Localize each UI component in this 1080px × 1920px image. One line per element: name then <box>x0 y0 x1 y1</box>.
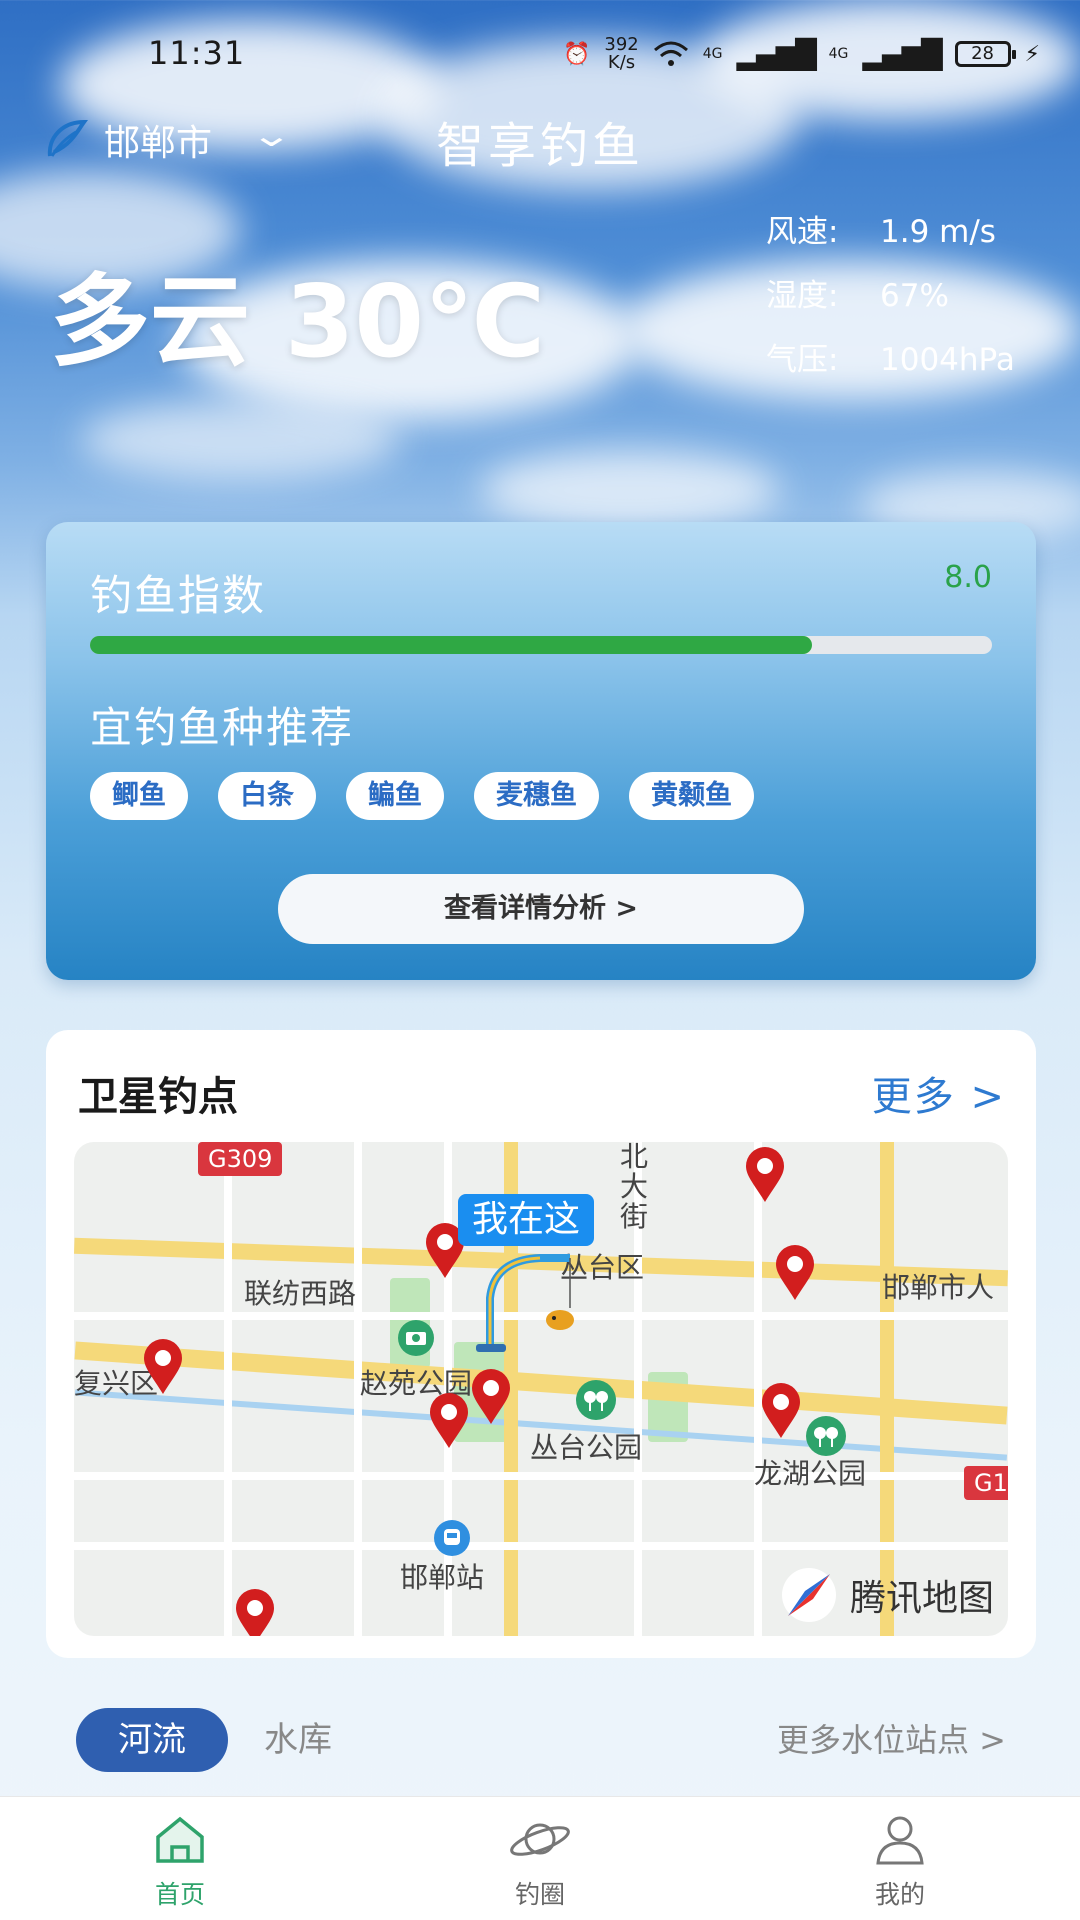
signal-bars-icon-2: ▂▄▆█ <box>862 37 942 71</box>
park-poi-icon <box>806 1416 846 1456</box>
train-station-poi-icon <box>434 1520 470 1556</box>
fish-tag[interactable]: 白条 <box>218 772 316 820</box>
stat-humidity: 湿度: 67% <box>766 278 949 314</box>
fishing-index-bar-fill <box>90 636 812 654</box>
map-label: 邯郸市人 <box>882 1271 995 1304</box>
map-provider-logo: 腾讯地图 <box>780 1566 994 1624</box>
weather-summary: 多云 30℃ <box>50 263 546 380</box>
fishing-index-title: 钓鱼指数 <box>90 571 267 620</box>
fish-tag[interactable]: 鳊鱼 <box>346 772 444 820</box>
map-road <box>74 1472 1008 1480</box>
more-water-stations-link[interactable]: 更多水位站点 > <box>777 1708 1006 1772</box>
status-icons: ⏰ 392 K/s 4G ▂▄▆█ 4G ▂▄▆█ 28 ⚡ <box>563 36 1040 72</box>
satellite-spots-card: 卫星钓点 更多 > G309 G1 联纺西路 赵苑公园 丛台公园 龙湖公园 邯郸… <box>46 1030 1036 1658</box>
water-level-tabs: 河流 水库 更多水位站点 > <box>0 1700 1080 1780</box>
map-label: 丛台公园 <box>530 1431 643 1464</box>
stat-pressure: 气压: 1004hPa <box>766 342 1015 378</box>
map-road <box>74 1542 1008 1550</box>
map-label: 联纺西路 <box>244 1277 357 1310</box>
fishing-spot-pin-icon[interactable] <box>470 1368 512 1426</box>
fish-tag[interactable]: 麦穗鱼 <box>474 772 599 820</box>
tab-reservoir[interactable]: 水库 <box>264 1708 332 1772</box>
nav-label-home: 首页 <box>154 1880 205 1909</box>
nav-item-home[interactable]: 首页 <box>0 1797 360 1920</box>
fishing-rod-marker-icon[interactable] <box>470 1248 590 1358</box>
map-provider-name: 腾讯地图 <box>849 1578 994 1619</box>
fishing-spot-pin-icon[interactable] <box>760 1382 802 1440</box>
fishing-spot-pin-icon[interactable] <box>428 1392 470 1450</box>
bottom-nav: 首页 钓圈 我的 <box>0 1796 1080 1920</box>
wifi-icon <box>653 41 688 66</box>
weather-stats: 风速: 1.9 m/s 湿度: 67% 气压: 1004hPa <box>766 210 1015 402</box>
nav-label-mine: 我的 <box>874 1880 925 1909</box>
status-bar: 11:31 ⏰ 392 K/s 4G ▂▄▆█ 4G ▂▄▆█ 28 ⚡ <box>0 0 1080 110</box>
map-label: 北大街 <box>620 1142 649 1233</box>
fish-tag[interactable]: 黄颡鱼 <box>629 772 754 820</box>
alarm-icon: ⏰ <box>562 41 591 67</box>
nav-item-circle[interactable]: 钓圈 <box>360 1797 720 1920</box>
charging-icon: ⚡ <box>1024 41 1040 67</box>
camera-poi-icon <box>398 1320 434 1356</box>
fishing-spot-pin-icon[interactable] <box>744 1146 786 1204</box>
stat-wind: 风速: 1.9 m/s <box>766 214 996 250</box>
map-label: 邯郸站 <box>400 1561 485 1594</box>
route-badge-g1: G1 <box>964 1466 1008 1500</box>
view-detail-button[interactable]: 查看详情分析 > <box>278 874 804 944</box>
fishing-spot-pin-icon[interactable] <box>234 1588 276 1636</box>
planet-icon <box>510 1823 570 1856</box>
map-road <box>880 1142 894 1636</box>
tab-river[interactable]: 河流 <box>76 1708 228 1772</box>
nav-label-circle: 钓圈 <box>514 1880 565 1909</box>
net-speed: 392 K/s <box>604 34 639 73</box>
map-label: 龙湖公园 <box>754 1457 867 1490</box>
park-poi-icon <box>576 1380 616 1420</box>
signal-bars-icon: ▂▄▆█ <box>736 37 817 71</box>
spots-title: 卫星钓点 <box>78 1074 238 1120</box>
current-location-label: 我在这 <box>458 1194 595 1246</box>
recommend-title: 宜钓鱼种推荐 <box>90 703 355 752</box>
spots-map[interactable]: G309 G1 联纺西路 赵苑公园 丛台公园 龙湖公园 邯郸站 复兴区 丛台区 … <box>74 1142 1008 1636</box>
map-road <box>224 1142 232 1636</box>
fishing-index-score: 8.0 <box>944 560 992 595</box>
home-icon <box>156 1816 204 1863</box>
compass-icon <box>781 1568 836 1622</box>
spots-more-link[interactable]: 更多 > <box>872 1064 1006 1122</box>
signal-type-1: 4G <box>702 46 723 62</box>
fish-tag[interactable]: 鲫鱼 <box>90 772 188 820</box>
user-icon <box>876 1816 924 1865</box>
app-header: 邯郸市 ⌄ 智享钓鱼 <box>0 100 1080 180</box>
fishing-index-card: 钓鱼指数 8.0 宜钓鱼种推荐 鲫鱼 白条 鳊鱼 麦穗鱼 黄颡鱼 查看详情分析 … <box>46 522 1036 980</box>
nav-item-mine[interactable]: 我的 <box>720 1797 1080 1920</box>
fishing-index-bar <box>90 636 992 654</box>
route-badge-g309: G309 <box>198 1142 283 1176</box>
app-title: 智享钓鱼 <box>435 118 644 174</box>
battery-icon: 28 <box>954 41 1016 67</box>
fishing-spot-pin-icon[interactable] <box>774 1244 816 1302</box>
fishing-spot-pin-icon[interactable] <box>142 1338 184 1396</box>
signal-type-2: 4G <box>828 46 849 62</box>
fish-tag-list: 鲫鱼 白条 鳊鱼 麦穗鱼 黄颡鱼 <box>90 772 754 820</box>
status-time: 11:31 <box>148 34 246 72</box>
